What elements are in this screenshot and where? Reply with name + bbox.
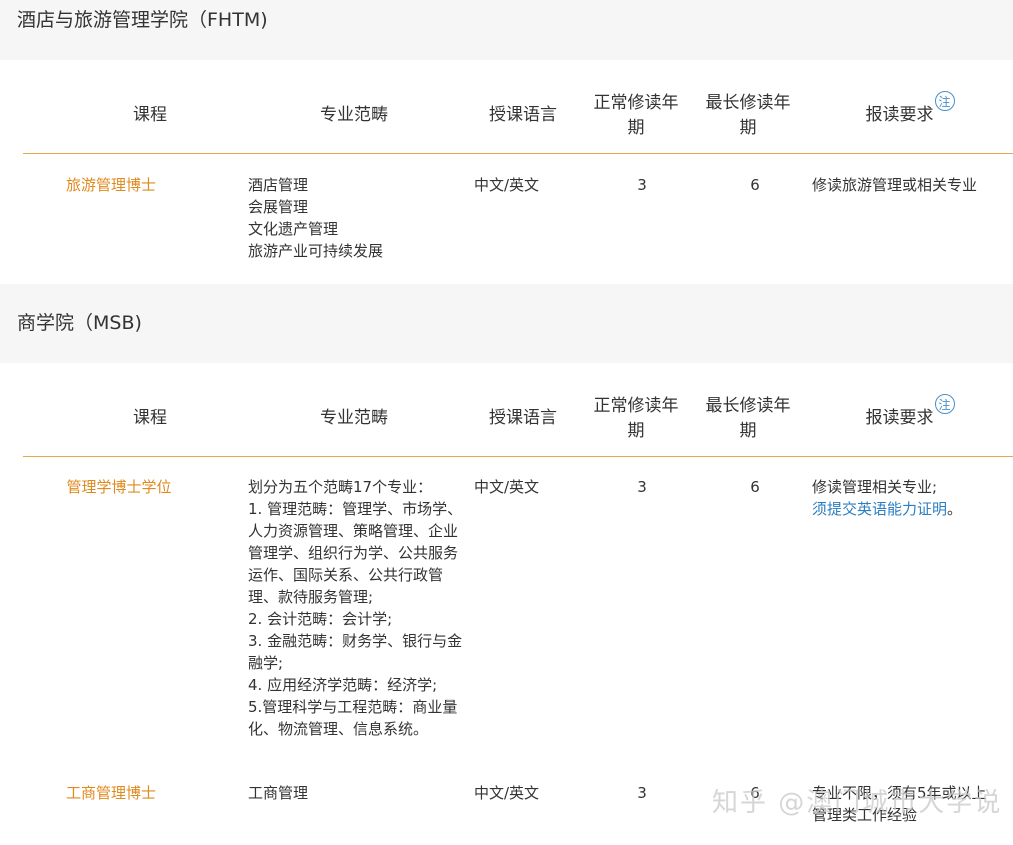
course-management-phd[interactable]: 管理学博士学位 <box>50 476 188 498</box>
col-header-max-years-line2: 期 <box>739 118 757 138</box>
category-line: 会展管理 <box>248 198 309 216</box>
col-header-requirement: 报读要求注 <box>840 394 980 431</box>
col-header-requirement: 报读要求注 <box>840 91 980 128</box>
col-header-normal-years-line1: 正常修读年 <box>593 396 679 416</box>
section-header-msb: 商学院（MSB) <box>0 284 1013 363</box>
category-cell: 工商管理 <box>248 782 473 804</box>
course-tourism-management-phd[interactable]: 旅游管理博士 <box>50 174 172 196</box>
requirement-cell: 修读旅游管理或相关专业 <box>812 176 978 194</box>
col-header-language: 授课语言 <box>489 105 557 125</box>
category-cell: 划分为五个范畴17个专业： 1. 管理范畴：管理学、市场学、 人力资源管理、策略… <box>248 476 474 740</box>
col-header-language: 授课语言 <box>489 408 557 428</box>
category-line: 酒店管理 <box>248 176 309 194</box>
language-cell: 中文/英文 <box>474 478 540 496</box>
header-divider <box>23 153 1013 154</box>
section-title: 商学院（MSB) <box>17 312 142 334</box>
category-line: 文化遗产管理 <box>248 220 339 238</box>
section-title: 酒店与旅游管理学院（FHTM) <box>17 9 268 31</box>
category-line: 2. 会计范畴：会计学; <box>248 610 393 628</box>
category-line: 1. 管理范畴：管理学、市场学、 <box>248 500 463 518</box>
header-divider <box>23 456 1013 457</box>
note-icon[interactable]: 注 <box>934 91 955 111</box>
col-header-normal-years: 正常修读年 期 <box>586 91 686 141</box>
max-years-cell: 6 <box>750 478 760 496</box>
category-line: 人力资源管理、策略管理、企业 <box>248 522 459 540</box>
english-proof-link[interactable]: 须提交英语能力证明 <box>812 500 947 518</box>
col-header-max-years-line1: 最长修读年 <box>705 93 791 113</box>
category-line: 化、物流管理、信息系统。 <box>248 720 429 738</box>
col-header-category: 专业范畴 <box>320 105 388 125</box>
normal-years-cell: 3 <box>637 784 647 802</box>
category-cell: 酒店管理 会展管理 文化遗产管理 旅游产业可持续发展 <box>248 174 473 262</box>
category-line: 工商管理 <box>248 784 309 802</box>
category-line: 理、款待服务管理; <box>248 588 374 606</box>
category-line: 4. 应用经济学范畴：经济学; <box>248 676 438 694</box>
requirement-line: 须提交英语能力证明。 <box>812 498 1012 520</box>
requirement-cell: 修读管理相关专业; 须提交英语能力证明。 <box>812 476 1012 520</box>
col-header-course: 课程 <box>133 408 167 428</box>
col-header-course: 课程 <box>133 105 167 125</box>
category-line: 管理学、组织行为学、公共服务 <box>248 544 459 562</box>
col-header-max-years-line2: 期 <box>739 421 757 441</box>
language-cell: 中文/英文 <box>474 176 540 194</box>
col-header-normal-years: 正常修读年 期 <box>586 394 686 444</box>
category-line: 融学; <box>248 654 284 672</box>
zhihu-watermark: 知乎 @澳门城市大学说 <box>712 788 1003 818</box>
language-cell: 中文/英文 <box>474 784 540 802</box>
col-header-requirement-label: 报读要求 <box>865 408 934 428</box>
max-years-cell: 6 <box>750 176 760 194</box>
col-header-category: 专业范畴 <box>320 408 388 428</box>
category-line: 5.管理科学与工程范畴：商业量 <box>248 698 458 716</box>
note-icon[interactable]: 注 <box>934 394 955 414</box>
section-header-fhtm: 酒店与旅游管理学院（FHTM) <box>0 0 1013 60</box>
normal-years-cell: 3 <box>637 478 647 496</box>
normal-years-cell: 3 <box>637 176 647 194</box>
category-line: 旅游产业可持续发展 <box>248 242 384 260</box>
col-header-normal-years-line1: 正常修读年 <box>593 93 679 113</box>
col-header-max-years: 最长修读年 期 <box>698 91 798 141</box>
col-header-normal-years-line2: 期 <box>627 421 645 441</box>
col-header-max-years-line1: 最长修读年 <box>705 396 791 416</box>
requirement-line: 修读管理相关专业; <box>812 478 938 496</box>
category-line: 运作、国际关系、公共行政管 <box>248 566 444 584</box>
col-header-requirement-label: 报读要求 <box>865 105 934 125</box>
requirement-end: 。 <box>947 500 963 518</box>
col-header-normal-years-line2: 期 <box>627 118 645 138</box>
col-header-max-years: 最长修读年 期 <box>698 394 798 444</box>
category-line: 3. 金融范畴：财务学、银行与金 <box>248 632 463 650</box>
category-line: 划分为五个范畴17个专业： <box>248 478 433 496</box>
course-dba[interactable]: 工商管理博士 <box>50 782 172 804</box>
